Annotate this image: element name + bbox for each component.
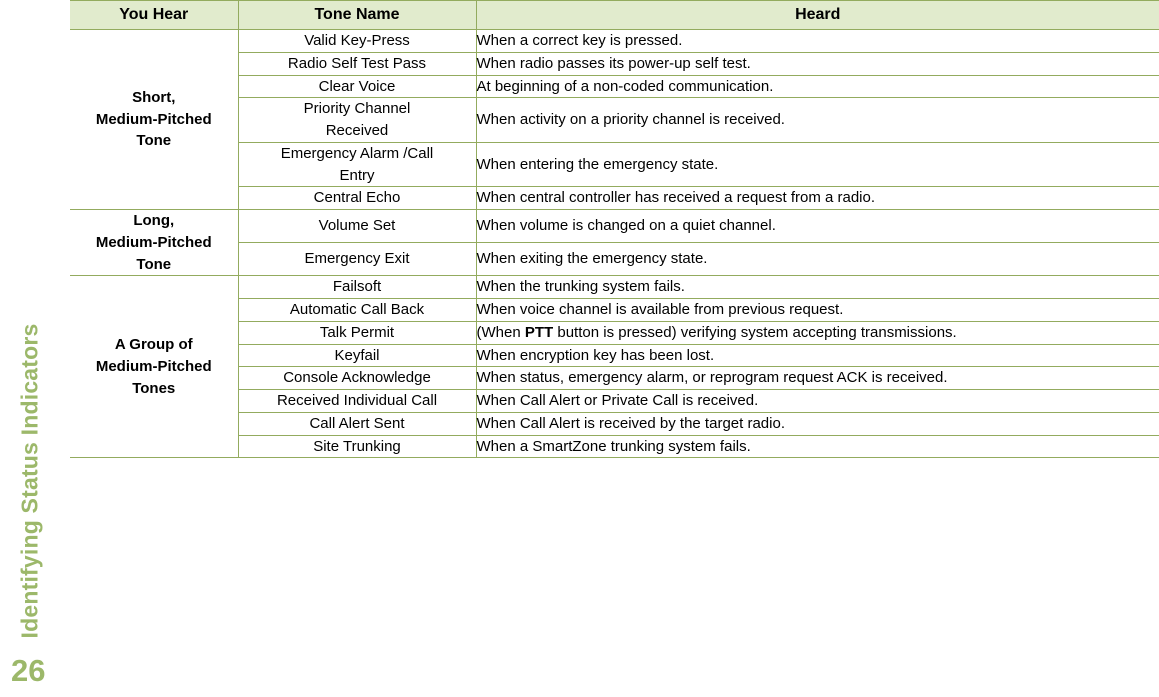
tone-name-cell: Call Alert Sent [237, 411, 477, 436]
page-number: 26 [11, 653, 46, 688]
heard-description-cell: When Call Alert is received by the targe… [475, 411, 1159, 436]
tone-name-cell: Talk Permit [237, 320, 477, 345]
heard-description-cell: When a correct key is pressed. [475, 29, 1159, 53]
column-header-you-hear: You Hear [70, 0, 239, 30]
heard-description-cell: When status, emergency alarm, or reprogr… [475, 366, 1159, 390]
tone-group-label: Short, Medium-Pitched Tone [70, 29, 239, 210]
heard-description-cell: When entering the emergency state. [475, 141, 1159, 188]
column-header-tone-name: Tone Name [237, 0, 477, 30]
heard-description-cell: When exiting the emergency state. [475, 242, 1159, 277]
tone-name-cell: Failsoft [237, 275, 477, 299]
tone-name-cell: Clear Voice [237, 74, 477, 99]
heard-description-cell: At beginning of a non-coded communicatio… [475, 74, 1159, 99]
heard-description-cell: When the trunking system fails. [475, 275, 1159, 299]
chapter-title: Identifying Status Indicators [16, 323, 43, 639]
heard-description-cell: When activity on a priority channel is r… [475, 97, 1159, 143]
heard-description-cell: (When PTT button is pressed) verifying s… [475, 320, 1159, 345]
tone-name-cell: Console Acknowledge [237, 366, 477, 390]
tone-name-cell: Received Individual Call [237, 389, 477, 413]
emphasis-text: PTT [524, 323, 554, 341]
heard-description-cell: When central controller has received a r… [475, 186, 1159, 210]
heard-description-cell: When voice channel is available from pre… [475, 298, 1159, 322]
tone-name-cell: Priority Channel Received [237, 97, 477, 143]
tone-name-cell: Site Trunking [237, 434, 477, 459]
tone-name-cell: Emergency Alarm /Call Entry [237, 141, 477, 188]
heard-description-cell: When encryption key has been lost. [475, 343, 1159, 368]
table-body: Short, Medium-Pitched Tone Valid Key-Press W… [70, 29, 1159, 459]
tone-group-label: Long, Medium-Pitched Tone [70, 208, 239, 277]
table-header-row: You Hear Tone Name Heard [70, 0, 1159, 30]
heard-description-cell: When Call Alert or Private Call is recei… [475, 389, 1159, 413]
tone-name-cell: Emergency Exit [237, 242, 477, 277]
heard-description-cell: When radio passes its power-up self test… [475, 51, 1159, 76]
table-row: A Group of Medium-Pitched Tones Failsoft Whe… [70, 275, 1159, 459]
tone-indicators-table: You Hear Tone Name Heard Short, Medium-Pi… [70, 0, 1159, 459]
tone-name-cell: Volume Set [237, 208, 477, 244]
heard-description-cell: When a SmartZone trunking system fails. [475, 434, 1159, 459]
heard-description-cell: When volume is changed on a quiet channe… [475, 208, 1159, 244]
chapter-side-rail: Identifying Status Indicators 26 [0, 0, 70, 697]
table-row: Short, Medium-Pitched Tone Valid Key-Press W… [70, 29, 1159, 210]
column-header-heard: Heard [475, 0, 1159, 30]
tone-name-cell: Automatic Call Back [237, 298, 477, 322]
tone-name-cell: Valid Key-Press [237, 29, 477, 53]
tone-name-cell: Radio Self Test Pass [237, 51, 477, 76]
tone-name-cell: Central Echo [237, 186, 477, 210]
tone-name-cell: Keyfail [237, 343, 477, 368]
table-row: Long, Medium-Pitched Tone Volume Set When vo… [70, 208, 1159, 277]
tone-group-label: A Group of Medium-Pitched Tones [70, 275, 239, 459]
table-header: You Hear Tone Name Heard [70, 0, 1159, 30]
